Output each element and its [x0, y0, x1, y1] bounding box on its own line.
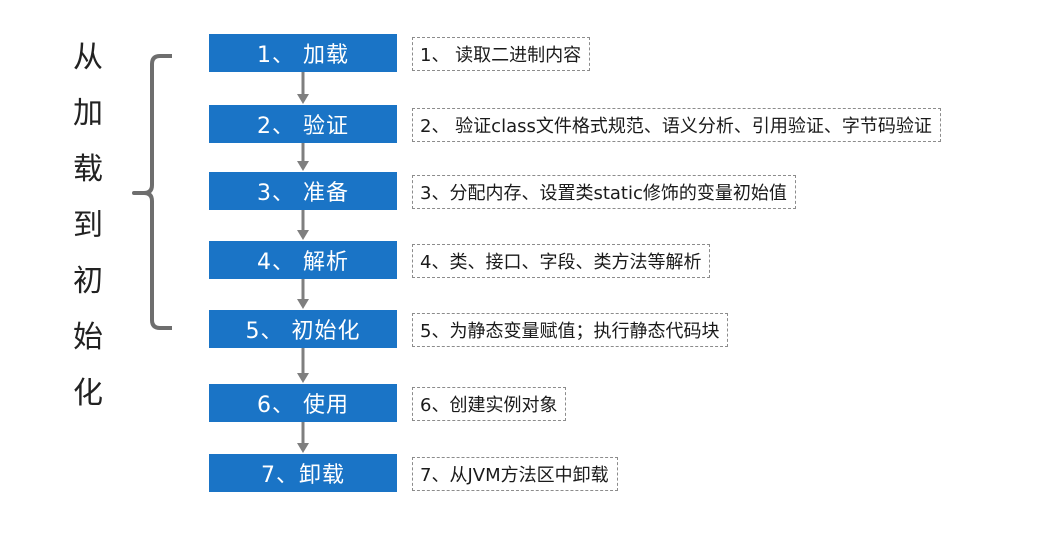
desc-text: 6、创建实例对象 [420, 395, 558, 416]
step-label: 3、 准备 [257, 181, 349, 206]
step-prepare: 3、 准备 [209, 172, 397, 210]
step-resolve: 4、 解析 [209, 241, 397, 279]
desc-initialize: 5、为静态变量赋值；执行静态代码块 [412, 313, 729, 347]
desc-text: 1、 读取二进制内容 [420, 45, 582, 66]
down-arrow-icon [297, 279, 309, 309]
step-label: 7、卸载 [261, 463, 345, 488]
desc-text: 2、 验证class文件格式规范、语义分析、引用验证、字节码验证 [420, 116, 932, 137]
step-use: 6、 使用 [209, 384, 397, 422]
desc-load: 1、 读取二进制内容 [412, 37, 591, 71]
desc-resolve: 4、类、接口、字段、类方法等解析 [412, 244, 711, 278]
step-verify: 2、 验证 [209, 105, 397, 143]
brace-icon [132, 54, 172, 330]
step-load: 1、 加载 [209, 34, 397, 72]
step-initialize: 5、 初始化 [209, 310, 397, 348]
step-label: 6、 使用 [257, 393, 349, 418]
step-unload: 7、卸载 [209, 454, 397, 492]
down-arrow-icon [297, 348, 309, 383]
desc-unload: 7、从JVM方法区中卸载 [412, 457, 618, 491]
desc-text: 4、类、接口、字段、类方法等解析 [420, 252, 702, 273]
desc-text: 5、为静态变量赋值；执行静态代码块 [420, 321, 720, 342]
desc-prepare: 3、分配内存、设置类static修饰的变量初始值 [412, 175, 796, 209]
step-label: 1、 加载 [257, 43, 349, 68]
step-label: 5、 初始化 [245, 319, 361, 344]
desc-use: 6、创建实例对象 [412, 387, 567, 421]
down-arrow-icon [297, 72, 309, 104]
desc-verify: 2、 验证class文件格式规范、语义分析、引用验证、字节码验证 [412, 108, 941, 142]
desc-text: 7、从JVM方法区中卸载 [420, 465, 609, 486]
down-arrow-icon [297, 210, 309, 240]
desc-text: 3、分配内存、设置类static修饰的变量初始值 [420, 183, 787, 204]
step-label: 4、 解析 [257, 250, 349, 275]
down-arrow-icon [297, 143, 309, 171]
step-label: 2、 验证 [257, 114, 349, 139]
down-arrow-icon [297, 422, 309, 453]
